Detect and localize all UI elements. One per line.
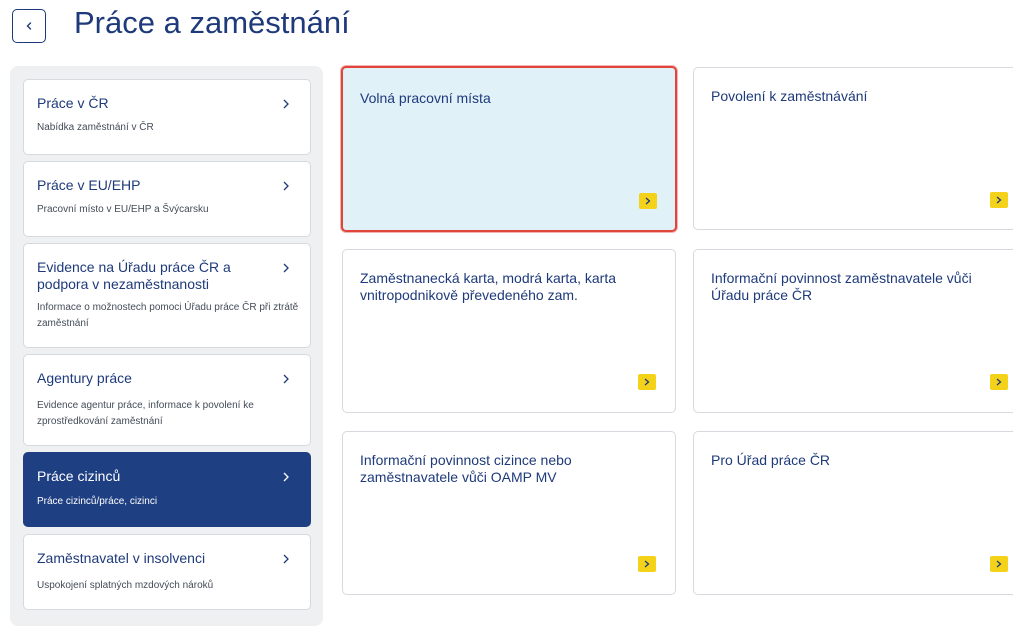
chevron-right-icon (283, 472, 289, 482)
tile-arrow-button[interactable] (990, 192, 1008, 208)
chevron-right-icon (644, 560, 650, 568)
tile-title: Zaměstnanecká karta, modrá karta, karta … (360, 270, 616, 303)
tile-zamestnanecka-karta[interactable]: Zaměstnanecká karta, modrá karta, karta … (342, 249, 676, 413)
tile-arrow-button[interactable] (638, 374, 656, 390)
tile-title: Informační povinnost cizince nebo zaměst… (360, 452, 572, 485)
sidebar-item-subtitle: Práce cizinců/práce, cizinci (37, 496, 158, 507)
sidebar-item-title: Práce v ČR (37, 95, 109, 111)
sidebar-item-title: Agentury práce (37, 370, 132, 386)
chevron-right-icon (283, 263, 289, 273)
sidebar-item-subtitle: Informace o možnostech pomoci Úřadu prác… (37, 302, 299, 329)
sidebar-item-subtitle: Evidence agentur práce, informace k povo… (37, 400, 254, 427)
tile-title: Povolení k zaměstnávání (711, 88, 868, 104)
sidebar-item-prace-cizincu[interactable]: Práce cizinců Práce cizinců/práce, cizin… (23, 452, 311, 527)
sidebar-item-insolvence[interactable]: Zaměstnavatel v insolvenci Uspokojení sp… (23, 534, 311, 610)
chevron-right-icon (996, 378, 1002, 386)
tile-arrow-button[interactable] (990, 556, 1008, 572)
tile-arrow-button[interactable] (639, 193, 657, 209)
tile-povoleni[interactable]: Povolení k zaměstnávání (693, 67, 1013, 230)
chevron-left-icon (26, 22, 32, 30)
tile-info-povinnost-cizince[interactable]: Informační povinnost cizince nebo zaměst… (342, 431, 676, 595)
sidebar-item-title: Práce cizinců (37, 468, 121, 484)
chevron-right-icon (283, 181, 289, 191)
page-header: Práce a zaměstnání (0, 0, 1013, 50)
tile-volna-mista[interactable]: Volná pracovní místa (341, 66, 677, 232)
tile-arrow-button[interactable] (638, 556, 656, 572)
chevron-right-icon (283, 554, 289, 564)
chevron-right-icon (644, 378, 650, 386)
sidebar-item-evidence[interactable]: Evidence na Úřadu práce ČR a podpora v n… (23, 243, 311, 348)
chevron-right-icon (283, 99, 289, 109)
sidebar-item-title: Evidence na Úřadu práce ČR a podpora v n… (37, 259, 231, 292)
sidebar-item-subtitle: Uspokojení splatných mzdových nároků (37, 580, 214, 591)
chevron-right-icon (996, 196, 1002, 204)
page-title: Práce a zaměstnání (74, 5, 350, 40)
sidebar-item-title: Práce v EU/EHP (37, 177, 141, 193)
sidebar-item-title: Zaměstnavatel v insolvenci (37, 550, 206, 566)
sidebar-item-agentury[interactable]: Agentury práce Evidence agentur práce, i… (23, 354, 311, 446)
sidebar-nav: Práce v ČR Nabídka zaměstnání v ČR Práce… (10, 66, 323, 626)
sidebar-item-prace-v-cr[interactable]: Práce v ČR Nabídka zaměstnání v ČR (23, 79, 311, 155)
sidebar-item-subtitle: Nabídka zaměstnání v ČR (37, 122, 154, 133)
sidebar-item-prace-v-eu[interactable]: Práce v EU/EHP Pracovní místo v EU/EHP a… (23, 161, 311, 237)
chevron-right-icon (996, 560, 1002, 568)
tile-title: Pro Úřad práce ČR (711, 452, 831, 468)
chevron-right-icon (645, 197, 651, 205)
tile-arrow-button[interactable] (990, 374, 1008, 390)
back-button[interactable] (12, 9, 46, 43)
tile-info-povinnost-zamestnavatele[interactable]: Informační povinnost zaměstnavatele vůči… (693, 249, 1013, 413)
sidebar-item-subtitle: Pracovní místo v EU/EHP a Švýcarsku (37, 204, 209, 215)
tile-pro-urad-prace[interactable]: Pro Úřad práce ČR (693, 431, 1013, 595)
chevron-right-icon (283, 374, 289, 384)
tile-title: Volná pracovní místa (360, 90, 491, 106)
tile-title: Informační povinnost zaměstnavatele vůči… (711, 270, 972, 303)
